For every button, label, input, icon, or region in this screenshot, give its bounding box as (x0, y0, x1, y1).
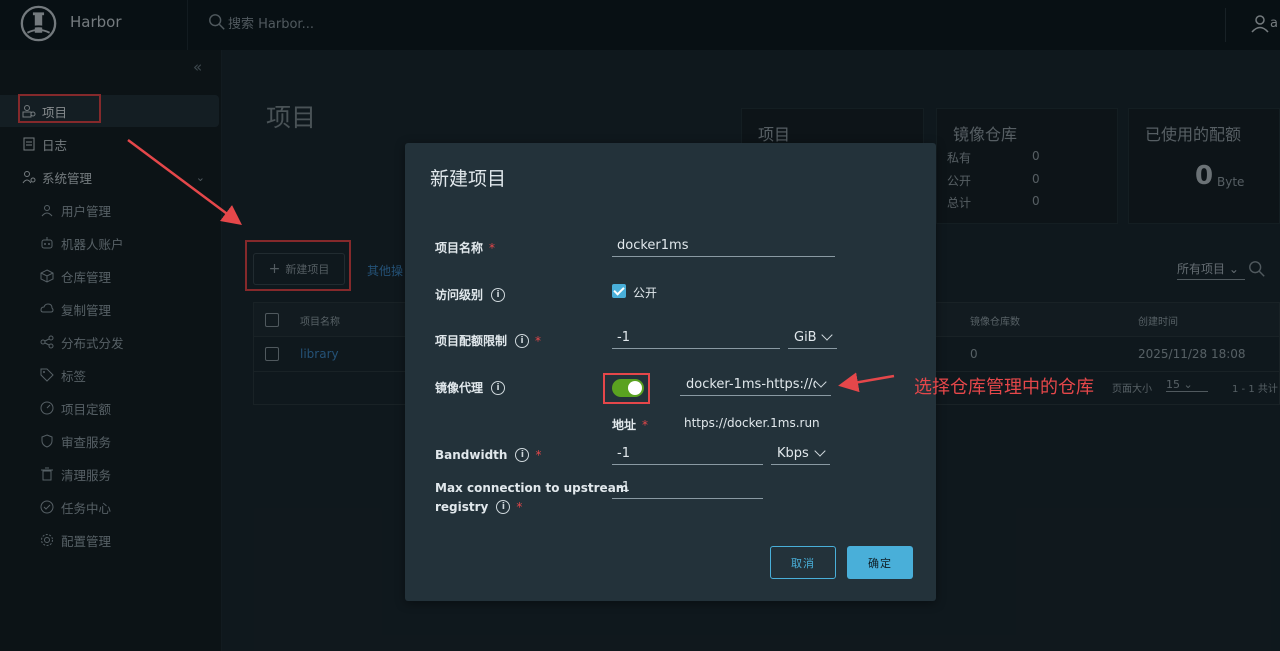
address-label: 地址 * (612, 418, 649, 432)
proxy-cache-label: 镜像代理 i (435, 379, 506, 396)
cancel-button[interactable]: 取消 (770, 546, 836, 579)
bandwidth-label: Bandwidth i * (435, 448, 542, 462)
confirm-button[interactable]: 确定 (847, 546, 913, 579)
info-icon[interactable]: i (491, 287, 506, 302)
info-icon[interactable]: i (515, 448, 530, 462)
proxy-registry-select[interactable]: docker-1ms-https://do (680, 374, 831, 396)
bandwidth-input[interactable] (612, 443, 763, 465)
address-value: https://docker.1ms.run (684, 416, 820, 430)
dialog-title: 新建项目 (430, 168, 507, 190)
public-checkbox-label[interactable]: 公开 (633, 284, 657, 301)
chevron-down-icon (814, 445, 826, 457)
public-checkbox[interactable] (612, 284, 626, 298)
info-icon[interactable]: i (515, 333, 530, 348)
chevron-down-icon (815, 376, 827, 388)
new-project-dialog: 新建项目 项目名称* 访问级别i 公开 项目配额限制i* GiB 镜像代理i d… (405, 143, 936, 601)
project-name-label: 项目名称 * (435, 240, 496, 256)
access-level-label: 访问级别 i (435, 286, 506, 303)
max-connection-input[interactable] (612, 477, 763, 499)
annotation-text: 选择仓库管理中的仓库 (914, 377, 1094, 398)
max-connection-label-line2: registry i * (435, 500, 523, 514)
quota-unit-select[interactable]: GiB (788, 327, 837, 349)
highlight-box-proxy-toggle (603, 373, 650, 404)
bandwidth-unit-select[interactable]: Kbps (771, 443, 830, 465)
max-connection-label: Max connection to upstream (435, 481, 629, 495)
quota-input[interactable] (612, 327, 780, 349)
quota-label: 项目配额限制 i * (435, 333, 542, 348)
chevron-down-icon (821, 329, 833, 341)
project-name-input[interactable] (612, 235, 835, 257)
info-icon[interactable]: i (491, 380, 506, 395)
info-icon[interactable]: i (496, 500, 511, 514)
